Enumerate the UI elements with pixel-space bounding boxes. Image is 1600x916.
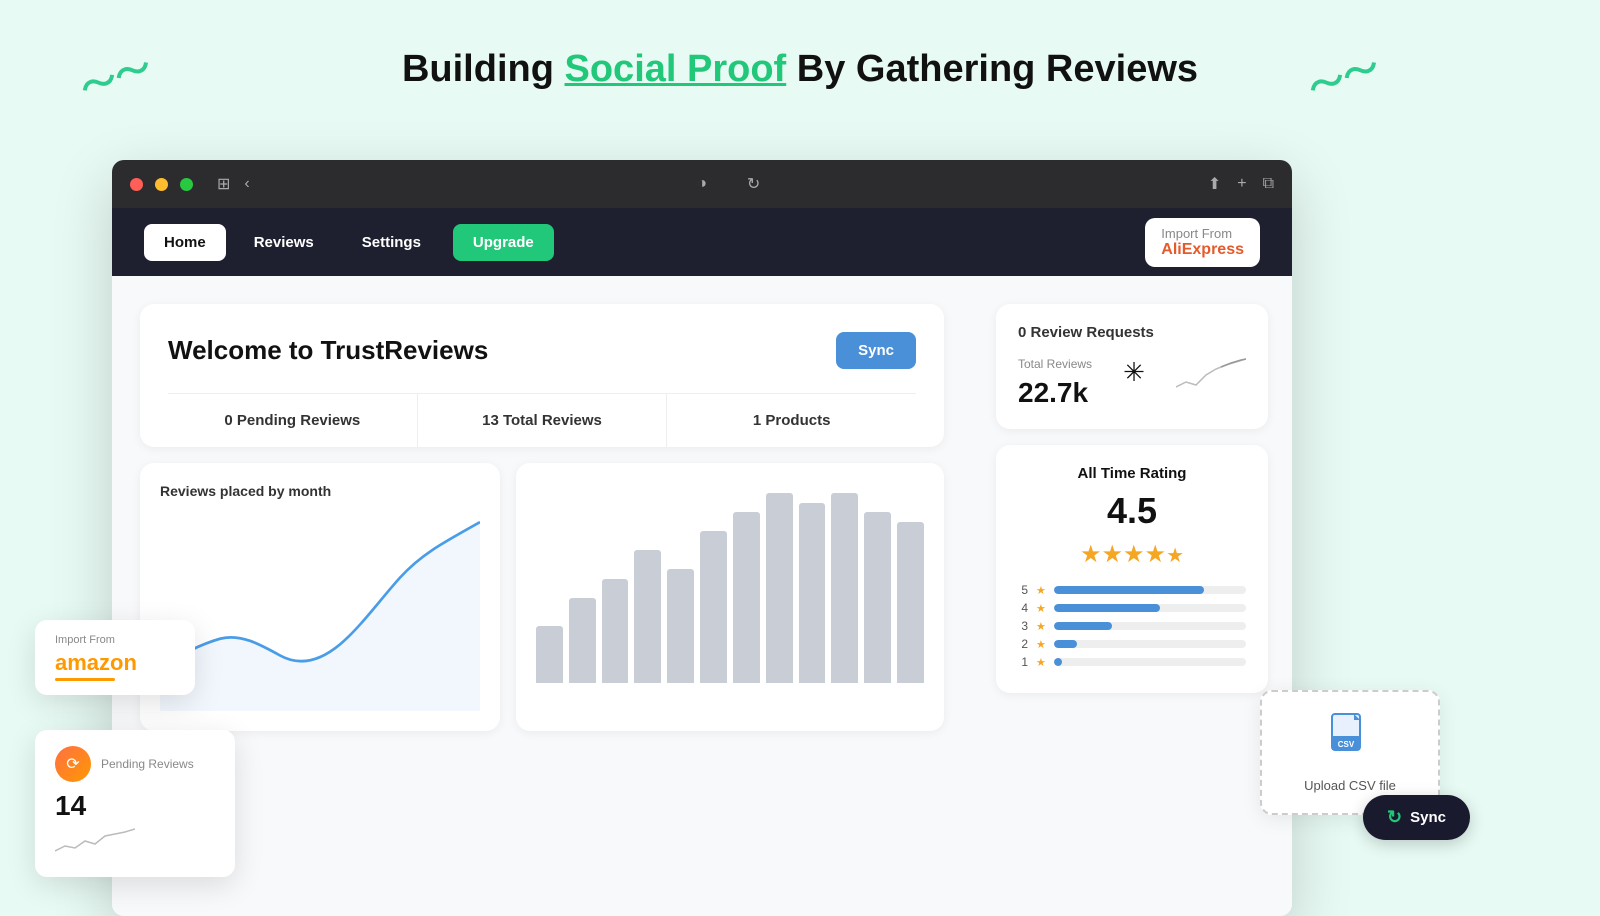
line-chart-card: Reviews placed by month [140, 463, 500, 731]
star-rating: ★★★★★ [1018, 540, 1246, 569]
bar-5 [667, 569, 694, 683]
sparkline-chart [1176, 357, 1246, 393]
pending-value: 14 [55, 790, 215, 822]
bar-11 [864, 512, 891, 683]
share-icon[interactable]: ⬆ [1208, 174, 1221, 194]
nav-upgrade[interactable]: Upgrade [453, 224, 554, 261]
import-amazon-card[interactable]: Import From amazon [35, 620, 195, 695]
bar-3 [602, 579, 629, 684]
svg-text:CSV: CSV [1338, 740, 1355, 749]
traffic-light-green[interactable] [180, 178, 193, 191]
sync-float-icon: ↻ [1387, 807, 1402, 828]
bar-8 [766, 493, 793, 683]
star-burst-icon: ✳ [1123, 357, 1145, 387]
total-reviews-label: Total Reviews [1018, 357, 1092, 371]
bar-2 [569, 598, 596, 684]
import-aliexpress-label: Import From [1161, 226, 1244, 241]
browser-window: ⊞ ‹ ◑ ↻ ⬆ + ⧉ Home Reviews Settings Upgr… [112, 160, 1292, 916]
browser-chrome: ⊞ ‹ ◑ ↻ ⬆ + ⧉ [112, 160, 1292, 208]
right-panel: 0 Review Requests Total Reviews 22.7k ✳ [972, 276, 1292, 916]
app-nav: Home Reviews Settings Upgrade Import Fro… [112, 208, 1292, 276]
pending-label: Pending Reviews [101, 757, 194, 771]
rating-bar-5: 5 ★ [1018, 583, 1246, 597]
all-time-rating-card: All Time Rating 4.5 ★★★★★ 5 ★ 4 ★ [996, 445, 1268, 693]
nav-home[interactable]: Home [144, 224, 226, 261]
rating-value: 4.5 [1018, 490, 1246, 532]
pending-reviews-card: ⟳ Pending Reviews 14 [35, 730, 235, 877]
bar-4 [634, 550, 661, 683]
bar-6 [700, 531, 727, 683]
bar-1 [536, 626, 563, 683]
refresh-icon[interactable]: ↻ [747, 174, 760, 194]
rating-bar-4: 4 ★ [1018, 601, 1246, 615]
app-content: Welcome to TrustReviews Sync 0 Pending R… [112, 276, 1292, 916]
sync-float-button[interactable]: ↻ Sync [1363, 795, 1470, 840]
review-requests-label: 0 Review Requests [1018, 324, 1246, 341]
amazon-import-label: Import From [55, 634, 175, 646]
nav-settings[interactable]: Settings [342, 224, 441, 261]
rating-title: All Time Rating [1018, 465, 1246, 482]
bar-7 [733, 512, 760, 683]
csv-label: Upload CSV file [1290, 778, 1410, 793]
csv-file-icon: CSV [1290, 712, 1410, 770]
pending-sparkline [55, 826, 135, 856]
welcome-title: Welcome to TrustReviews [168, 335, 488, 366]
charts-row: Reviews placed by month [140, 463, 944, 731]
import-aliexpress-badge[interactable]: Import From AliExpress [1145, 218, 1260, 267]
line-chart-title: Reviews placed by month [160, 483, 480, 499]
welcome-card: Welcome to TrustReviews Sync 0 Pending R… [140, 304, 944, 447]
bar-chart-card [516, 463, 944, 731]
nav-reviews[interactable]: Reviews [234, 224, 334, 261]
left-panel: Welcome to TrustReviews Sync 0 Pending R… [112, 276, 972, 916]
bar-12 [897, 522, 924, 684]
add-tab-icon[interactable]: + [1237, 175, 1246, 193]
stats-tabs: 0 Pending Reviews 13 Total Reviews 1 Pro… [168, 393, 916, 447]
stat-products[interactable]: 1 Products [667, 394, 916, 447]
stat-total[interactable]: 13 Total Reviews [418, 394, 668, 447]
aliexpress-brand: AliExpress [1161, 241, 1244, 259]
traffic-light-red[interactable] [130, 178, 143, 191]
amazon-brand: amazon [55, 650, 175, 676]
amazon-underline [55, 678, 115, 681]
bar-chart [536, 483, 924, 683]
sidebar-toggle-icon[interactable]: ⊞ [217, 174, 230, 194]
rating-bar-3: 3 ★ [1018, 619, 1246, 633]
theme-icon: ◑ [697, 175, 707, 193]
traffic-light-yellow[interactable] [155, 178, 168, 191]
copy-icon[interactable]: ⧉ [1263, 175, 1274, 193]
sync-button[interactable]: Sync [836, 332, 916, 369]
pending-icon: ⟳ [55, 746, 91, 782]
rating-bar-1: 1 ★ [1018, 655, 1246, 669]
review-requests-card: 0 Review Requests Total Reviews 22.7k ✳ [996, 304, 1268, 429]
back-icon[interactable]: ‹ [244, 175, 249, 193]
rating-bar-2: 2 ★ [1018, 637, 1246, 651]
rating-bars: 5 ★ 4 ★ 3 ★ 2 [1018, 583, 1246, 669]
bar-10 [831, 493, 858, 683]
line-chart [160, 511, 480, 711]
sync-float-label: Sync [1410, 809, 1446, 826]
total-reviews-value: 22.7k [1018, 377, 1092, 409]
stat-pending[interactable]: 0 Pending Reviews [168, 394, 418, 447]
bar-9 [799, 503, 826, 684]
